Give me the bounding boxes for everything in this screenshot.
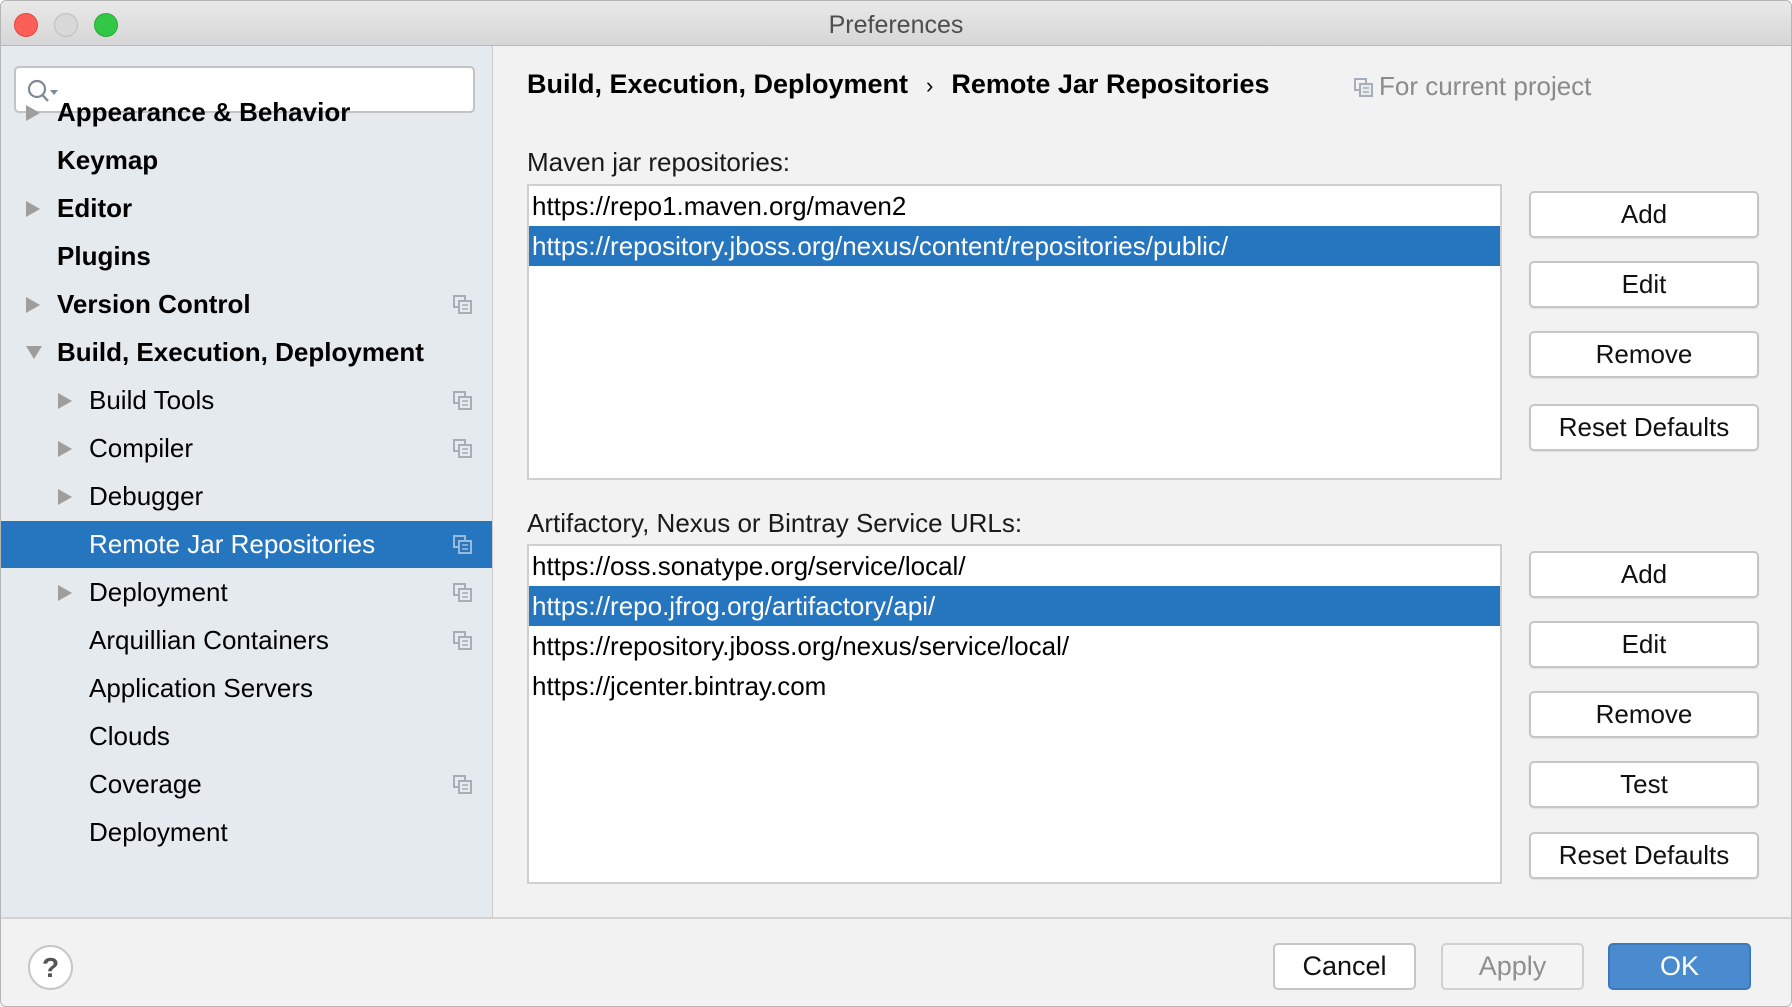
chevron-right-icon[interactable] xyxy=(57,377,77,424)
project-scope-icon xyxy=(453,775,472,794)
breadcrumb-parent[interactable]: Build, Execution, Deployment xyxy=(527,69,908,99)
breadcrumb: Build, Execution, Deployment › Remote Jar … xyxy=(527,69,1269,100)
services-reset-defaults-button[interactable]: Reset Defaults xyxy=(1529,832,1759,879)
url-list-item[interactable]: https://jcenter.bintray.com xyxy=(529,666,1500,706)
sidebar-item-label: Appearance & Behavior xyxy=(57,97,351,127)
title-bar: Preferences xyxy=(1,1,1791,46)
maven-edit-button[interactable]: Edit xyxy=(1529,261,1759,308)
help-button[interactable]: ? xyxy=(28,945,73,990)
sidebar-item-label: Debugger xyxy=(89,481,204,511)
project-scope-indicator: For current project xyxy=(1354,71,1591,102)
chevron-right-icon[interactable] xyxy=(25,281,45,328)
ok-button[interactable]: OK xyxy=(1608,943,1751,990)
maven-repositories-label: Maven jar repositories: xyxy=(527,147,790,177)
sidebar-item-label: Editor xyxy=(57,193,133,223)
project-scope-icon xyxy=(453,295,472,314)
sidebar-item-label: Compiler xyxy=(89,433,194,463)
project-scope-icon xyxy=(453,439,472,458)
maven-add-button[interactable]: Add xyxy=(1529,191,1759,238)
chevron-right-icon[interactable] xyxy=(57,425,77,472)
sidebar-item-version-control[interactable]: Version Control xyxy=(1,281,492,328)
url-list-item[interactable]: https://repository.jboss.org/nexus/servi… xyxy=(529,626,1500,666)
sidebar-item-build-tools[interactable]: Build Tools xyxy=(1,377,492,424)
chevron-right-icon[interactable] xyxy=(57,473,77,520)
sidebar-item-application-servers[interactable]: Application Servers xyxy=(1,665,492,712)
breadcrumb-separator: › xyxy=(926,73,934,98)
project-scope-icon xyxy=(453,391,472,410)
sidebar-item-deployment[interactable]: Deployment xyxy=(1,569,492,616)
url-list-item[interactable]: https://oss.sonatype.org/service/local/ xyxy=(529,546,1500,586)
service-urls-label: Artifactory, Nexus or Bintray Service UR… xyxy=(527,508,1023,538)
settings-content: Build, Execution, Deployment › Remote Jar … xyxy=(494,46,1791,917)
sidebar-item-label: Plugins xyxy=(57,241,151,271)
sidebar-item-remote-jar-repositories[interactable]: Remote Jar Repositories xyxy=(1,521,492,568)
services-edit-button[interactable]: Edit xyxy=(1529,621,1759,668)
sidebar-item-label: Coverage xyxy=(89,769,202,799)
sidebar-item-label: Keymap xyxy=(57,145,159,175)
sidebar-item-clouds[interactable]: Clouds xyxy=(1,713,492,760)
maven-repositories-list[interactable]: https://repo1.maven.org/maven2 https://re… xyxy=(527,184,1502,480)
sidebar-item-debugger[interactable]: Debugger xyxy=(1,473,492,520)
sidebar-item-label: Version Control xyxy=(57,289,251,319)
services-test-button[interactable]: Test xyxy=(1529,761,1759,808)
sidebar-item-arquillian-containers[interactable]: Arquillian Containers xyxy=(1,617,492,664)
project-scope-icon xyxy=(453,535,472,554)
project-scope-icon xyxy=(453,631,472,650)
url-list-item[interactable]: https://repo.jfrog.org/artifactory/api/ xyxy=(529,586,1500,626)
sidebar-item-coverage[interactable]: Coverage xyxy=(1,761,492,808)
sidebar-item-plugins[interactable]: Plugins xyxy=(1,233,492,280)
url-list-item[interactable]: https://repo1.maven.org/maven2 xyxy=(529,186,1500,226)
sidebar-item-compiler[interactable]: Compiler xyxy=(1,425,492,472)
sidebar-item-deployment[interactable]: Deployment xyxy=(1,809,492,856)
services-remove-button[interactable]: Remove xyxy=(1529,691,1759,738)
url-list-item[interactable]: https://repository.jboss.org/nexus/conte… xyxy=(529,226,1500,266)
project-scope-icon xyxy=(1354,78,1373,97)
sidebar-item-label: Clouds xyxy=(89,721,170,751)
cancel-button[interactable]: Cancel xyxy=(1273,943,1416,990)
sidebar-item-appearance-behavior[interactable]: Appearance & Behavior xyxy=(1,89,492,136)
chevron-right-icon[interactable] xyxy=(57,569,77,616)
maven-reset-defaults-button[interactable]: Reset Defaults xyxy=(1529,404,1759,451)
chevron-right-icon[interactable] xyxy=(25,89,45,136)
sidebar-item-editor[interactable]: Editor xyxy=(1,185,492,232)
project-scope-label: For current project xyxy=(1379,71,1592,101)
sidebar-item-label: Deployment xyxy=(89,817,228,847)
chevron-right-icon[interactable] xyxy=(25,185,45,232)
sidebar-item-keymap[interactable]: Keymap xyxy=(1,137,492,184)
sidebar-item-label: Build, Execution, Deployment xyxy=(57,337,424,367)
sidebar-item-build-execution-deployment[interactable]: Build, Execution, Deployment xyxy=(1,329,492,376)
preferences-window: Preferences Appearance & Behavior Keymap E… xyxy=(0,0,1792,1007)
sidebar-item-label: Build Tools xyxy=(89,385,215,415)
project-scope-icon xyxy=(453,583,472,602)
sidebar-item-label: Application Servers xyxy=(89,673,313,703)
sidebar-item-label: Remote Jar Repositories xyxy=(89,529,376,559)
service-urls-list[interactable]: https://oss.sonatype.org/service/local/h… xyxy=(527,544,1502,884)
window-title: Preferences xyxy=(828,11,964,39)
dialog-footer: ? Cancel Apply OK xyxy=(1,917,1791,1006)
breadcrumb-current: Remote Jar Repositories xyxy=(951,69,1270,99)
services-add-button[interactable]: Add xyxy=(1529,551,1759,598)
maven-remove-button[interactable]: Remove xyxy=(1529,331,1759,378)
sidebar-item-label: Deployment xyxy=(89,577,228,607)
sidebar-item-label: Arquillian Containers xyxy=(89,625,329,655)
chevron-down-icon[interactable] xyxy=(25,329,45,376)
apply-button[interactable]: Apply xyxy=(1441,943,1584,990)
settings-sidebar: Appearance & Behavior Keymap Editor Plugins… xyxy=(1,46,493,917)
